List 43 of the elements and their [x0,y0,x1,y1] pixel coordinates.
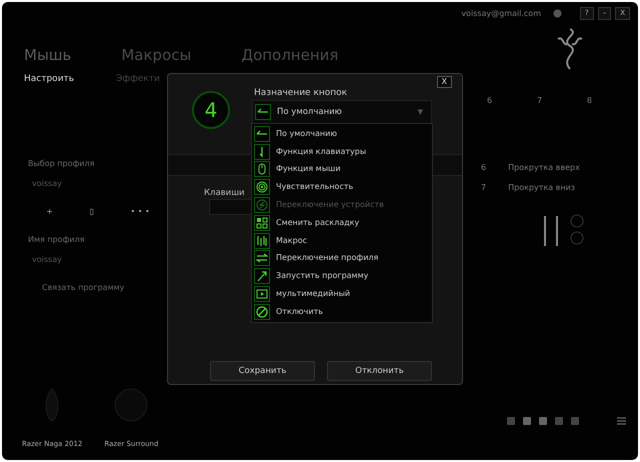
close-button[interactable]: X [436,76,452,88]
lightning-icon [254,197,270,214]
arrows-icon [254,250,270,266]
field-label: Клавиши [204,187,245,200]
mouse-icon [254,161,270,178]
play-icon [254,286,270,302]
target-icon [254,179,270,196]
grid-icon [254,214,270,231]
dropdown-value: voissay [32,178,62,190]
prohibited-icon [254,304,270,320]
bars-icon [254,232,270,249]
sub-tab[interactable]: Настроить [24,72,74,86]
button-number: 6 [481,162,486,174]
menu-option[interactable]: По умолчанию [252,125,432,143]
scroll-label: Прокрутка вниз [508,182,576,194]
menu-option[interactable]: Функция клавиатуры [252,142,432,161]
menu-option[interactable]: Запустить программу [252,267,432,286]
button-number-badge: 4 [192,91,230,129]
button-number: 8 [586,95,592,107]
link-program-button[interactable]: Связать программу [28,282,167,294]
dialog-title: Назначение кнопок [254,87,348,100]
menu-option[interactable]: Сменить раскладку [252,214,432,232]
cancel-button[interactable]: Отклонить [327,361,432,381]
button-number: 6 [487,95,492,107]
menu-option[interactable]: Макрос [252,232,432,250]
scroll-label: Прокрутка вверх [508,162,580,174]
field-label: Выбор профиля [28,158,96,170]
menu-option[interactable]: мультимедийный [252,285,432,303]
menu-option[interactable]: Функция мыши [252,160,432,178]
menu-option[interactable]: Переключение профиля [252,250,432,268]
menu-option[interactable]: Отключить [252,302,432,321]
account-email[interactable]: voissay@gmail.com [461,8,541,20]
menu-option[interactable]: Чувствительность [252,178,432,196]
button-number: 7 [481,182,486,194]
export-button[interactable]: ▯ [90,206,94,218]
save-button[interactable]: Сохранить [210,361,315,381]
button-number: 7 [536,95,542,107]
add-button[interactable]: + [46,206,53,218]
menu-icon[interactable] [617,417,626,425]
field-label: Имя профиля [28,234,86,246]
input-field[interactable] [209,199,254,215]
more-button[interactable]: • • • [130,206,150,218]
dropdown-value: По умолчанию [277,106,342,118]
